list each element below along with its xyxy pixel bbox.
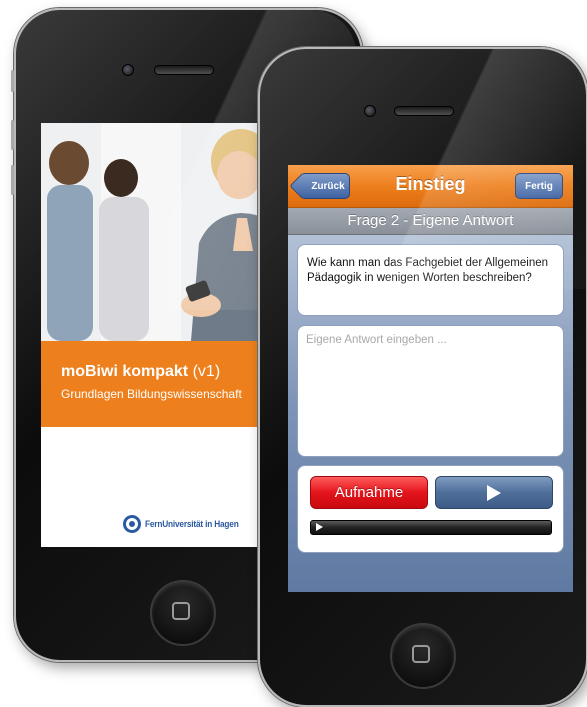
home-square-icon xyxy=(412,645,430,663)
front-camera xyxy=(122,64,134,76)
university-logo-text: FernUniversität in Hagen xyxy=(145,519,239,529)
earpiece-speaker xyxy=(154,65,214,75)
answer-input[interactable] xyxy=(306,334,555,448)
record-button[interactable]: Aufnahme xyxy=(310,476,428,509)
home-button[interactable] xyxy=(150,580,216,646)
question-header: Frage 2 - Eigene Antwort xyxy=(288,208,573,235)
question-card: Wie kann man das Fachgebiet der Allgemei… xyxy=(297,244,564,316)
home-button[interactable] xyxy=(390,623,456,689)
front-camera xyxy=(364,105,376,117)
question-header-text: Frage 2 - Eigene Antwort xyxy=(347,212,514,229)
app-version: (v1) xyxy=(192,363,221,380)
home-square-icon xyxy=(172,602,190,620)
university-logo-icon xyxy=(123,515,141,533)
playback-progress-bar[interactable] xyxy=(310,520,552,535)
earpiece-speaker xyxy=(394,106,454,116)
university-logo: FernUniversität in Hagen xyxy=(123,515,247,533)
mute-switch xyxy=(11,70,14,92)
play-icon xyxy=(487,484,501,501)
done-button[interactable]: Fertig xyxy=(515,173,563,199)
app-title: moBiwi kompakt (v1) xyxy=(61,363,220,381)
play-button[interactable] xyxy=(435,476,553,509)
navigation-bar: Zurück Einstieg Fertig xyxy=(288,165,573,208)
audio-recorder: Aufnahme xyxy=(297,465,564,553)
answer-card xyxy=(297,325,564,457)
volume-down-button xyxy=(11,165,14,195)
mini-play-icon xyxy=(316,523,323,531)
front-phone: Zurück Einstieg Fertig Frage 2 - Eigene … xyxy=(258,47,587,707)
question-text: Wie kann man das Fachgebiet der Allgemei… xyxy=(307,257,549,284)
app-title-text: moBiwi kompakt xyxy=(61,363,189,380)
question-screen: Zurück Einstieg Fertig Frage 2 - Eigene … xyxy=(288,165,573,592)
app-subtitle: Grundlagen Bildungswissenschaft xyxy=(61,387,242,401)
volume-up-button xyxy=(11,120,14,150)
